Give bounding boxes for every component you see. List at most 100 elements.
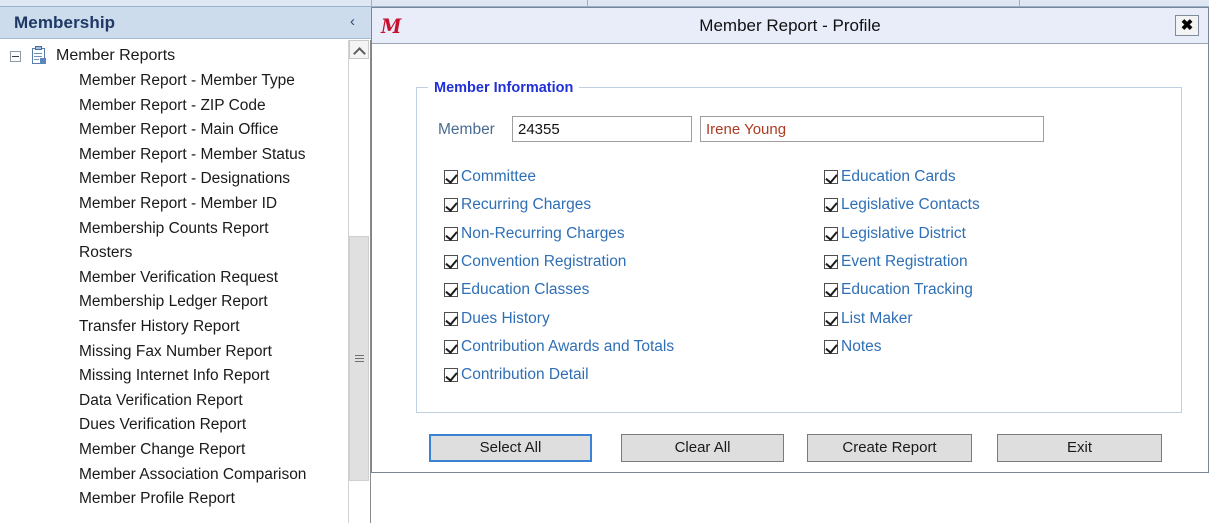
select-all-button[interactable]: Select All: [429, 434, 592, 462]
chrome-segment-1: [0, 0, 372, 6]
exit-button[interactable]: Exit: [997, 434, 1162, 462]
sidebar-scrollbar[interactable]: [348, 40, 369, 523]
member-report-profile-dialog: M Member Report - Profile ✖ Member Infor…: [371, 7, 1209, 473]
checkbox-checked-icon[interactable]: [444, 226, 458, 241]
checkbox-checked-icon[interactable]: [444, 198, 458, 213]
checkbox-label[interactable]: Contribution Awards and Totals: [461, 338, 674, 356]
dialog-button-row: Select All Clear All Create Report Exit: [372, 434, 1208, 466]
checkbox-column-right: Education Cards Legislative Contacts Legis…: [824, 163, 1154, 361]
window-chrome-strip: [0, 0, 1209, 7]
checkbox-row[interactable]: Convention Registration: [444, 248, 774, 276]
chrome-segment-2: [372, 0, 588, 6]
checkbox-row[interactable]: Recurring Charges: [444, 191, 774, 219]
checkbox-checked-icon[interactable]: [824, 198, 838, 213]
chevron-left-icon[interactable]: ‹: [350, 13, 355, 31]
tree-item[interactable]: Member Report - Designations: [0, 167, 350, 192]
member-information-legend: Member Information: [428, 80, 580, 96]
checkbox-row[interactable]: Dues History: [444, 304, 774, 332]
create-report-button[interactable]: Create Report: [807, 434, 972, 462]
checkbox-checked-icon[interactable]: [444, 368, 458, 383]
tree-item[interactable]: Membership Counts Report: [0, 217, 350, 242]
checkbox-checked-icon[interactable]: [824, 255, 838, 270]
tree-item[interactable]: Member Association Comparison: [0, 463, 350, 488]
checkbox-checked-icon[interactable]: [444, 311, 458, 326]
member-name-input[interactable]: [700, 116, 1044, 142]
checkbox-row[interactable]: Education Classes: [444, 276, 774, 304]
sidebar-header: Membership ‹: [0, 7, 371, 39]
membership-sidebar: Membership ‹ Member Reports Member Repor…: [0, 7, 371, 523]
member-row: Member: [416, 116, 1182, 146]
checkbox-row[interactable]: Contribution Detail: [444, 361, 774, 389]
report-clipboard-icon: [31, 46, 47, 65]
report-tree-list: Member Report - Member Type Member Report…: [0, 69, 350, 512]
tree-item[interactable]: Dues Verification Report: [0, 413, 350, 438]
tree-item[interactable]: Membership Ledger Report: [0, 290, 350, 315]
checkbox-checked-icon[interactable]: [824, 283, 838, 298]
checkbox-checked-icon[interactable]: [444, 283, 458, 298]
checkbox-label[interactable]: Legislative District: [841, 225, 966, 243]
checkbox-label[interactable]: Recurring Charges: [461, 196, 591, 214]
tree-item[interactable]: Missing Fax Number Report: [0, 340, 350, 365]
checkbox-label[interactable]: Dues History: [461, 310, 550, 328]
checkbox-label[interactable]: Education Cards: [841, 168, 956, 186]
checkbox-row[interactable]: Legislative District: [824, 220, 1154, 248]
checkbox-label[interactable]: Education Tracking: [841, 281, 973, 299]
checkbox-row[interactable]: Contribution Awards and Totals: [444, 333, 774, 361]
checkbox-label[interactable]: Education Classes: [461, 281, 589, 299]
checkbox-label[interactable]: Committee: [461, 168, 536, 186]
checkbox-row[interactable]: Committee: [444, 163, 774, 191]
report-tree-pane: Member Reports Member Report - Member Ty…: [0, 40, 371, 523]
checkbox-label[interactable]: Notes: [841, 338, 882, 356]
clear-all-button[interactable]: Clear All: [621, 434, 784, 462]
checkbox-row[interactable]: Education Cards: [824, 163, 1154, 191]
checkbox-checked-icon[interactable]: [444, 255, 458, 270]
dialog-title: Member Report - Profile: [699, 16, 881, 35]
tree-item[interactable]: Rosters: [0, 241, 350, 266]
chrome-segment-3: [588, 0, 1020, 6]
tree-item[interactable]: Data Verification Report: [0, 389, 350, 414]
tree-item[interactable]: Member Report - ZIP Code: [0, 94, 350, 119]
sidebar-title: Membership: [14, 13, 116, 32]
checkbox-row[interactable]: Event Registration: [824, 248, 1154, 276]
collapse-minus-icon[interactable]: [10, 50, 21, 62]
checkbox-column-left: Committee Recurring Charges Non-Recurring …: [444, 163, 774, 389]
tree-item[interactable]: Missing Internet Info Report: [0, 364, 350, 389]
tree-item[interactable]: Member Report - Main Office: [0, 118, 350, 143]
checkbox-label[interactable]: Non-Recurring Charges: [461, 225, 625, 243]
checkbox-checked-icon[interactable]: [824, 339, 838, 354]
checkbox-checked-icon[interactable]: [444, 170, 458, 185]
tree-item[interactable]: Member Change Report: [0, 438, 350, 463]
checkbox-label[interactable]: Convention Registration: [461, 253, 626, 271]
scrollbar-thumb[interactable]: [349, 236, 369, 481]
checkbox-checked-icon[interactable]: [824, 311, 838, 326]
tree-item[interactable]: Transfer History Report: [0, 315, 350, 340]
close-icon[interactable]: ✖: [1175, 15, 1199, 36]
checkbox-row[interactable]: Non-Recurring Charges: [444, 220, 774, 248]
checkbox-checked-icon[interactable]: [444, 339, 458, 354]
member-id-input[interactable]: [512, 116, 692, 142]
member-label: Member: [438, 121, 495, 138]
tree-item[interactable]: Member Verification Request: [0, 266, 350, 291]
checkbox-checked-icon[interactable]: [824, 170, 838, 185]
checkbox-row[interactable]: Notes: [824, 333, 1154, 361]
tree-root-label: Member Reports: [56, 47, 176, 64]
checkbox-row[interactable]: Legislative Contacts: [824, 191, 1154, 219]
tree-root-member-reports[interactable]: Member Reports: [0, 43, 350, 69]
checkbox-label[interactable]: Contribution Detail: [461, 366, 589, 384]
checkbox-label[interactable]: Legislative Contacts: [841, 196, 980, 214]
checkbox-row[interactable]: List Maker: [824, 304, 1154, 332]
chrome-segment-4: [1020, 0, 1209, 6]
tree-item[interactable]: Member Report - Member ID: [0, 192, 350, 217]
checkbox-checked-icon[interactable]: [824, 226, 838, 241]
dialog-titlebar[interactable]: M Member Report - Profile ✖: [372, 8, 1208, 44]
tree-item[interactable]: Member Report - Member Status: [0, 143, 350, 168]
dialog-body: Member Information Member Committee Recur…: [372, 44, 1208, 472]
tree-item[interactable]: Member Profile Report: [0, 487, 350, 512]
checkbox-label[interactable]: Event Registration: [841, 253, 968, 271]
chevron-up-icon[interactable]: [349, 40, 369, 59]
screen-root: Membership ‹ Member Reports Member Repor…: [0, 0, 1209, 523]
tree-item[interactable]: Member Report - Member Type: [0, 69, 350, 94]
checkbox-label[interactable]: List Maker: [841, 310, 913, 328]
grip-lines-icon: [355, 355, 364, 362]
checkbox-row[interactable]: Education Tracking: [824, 276, 1154, 304]
